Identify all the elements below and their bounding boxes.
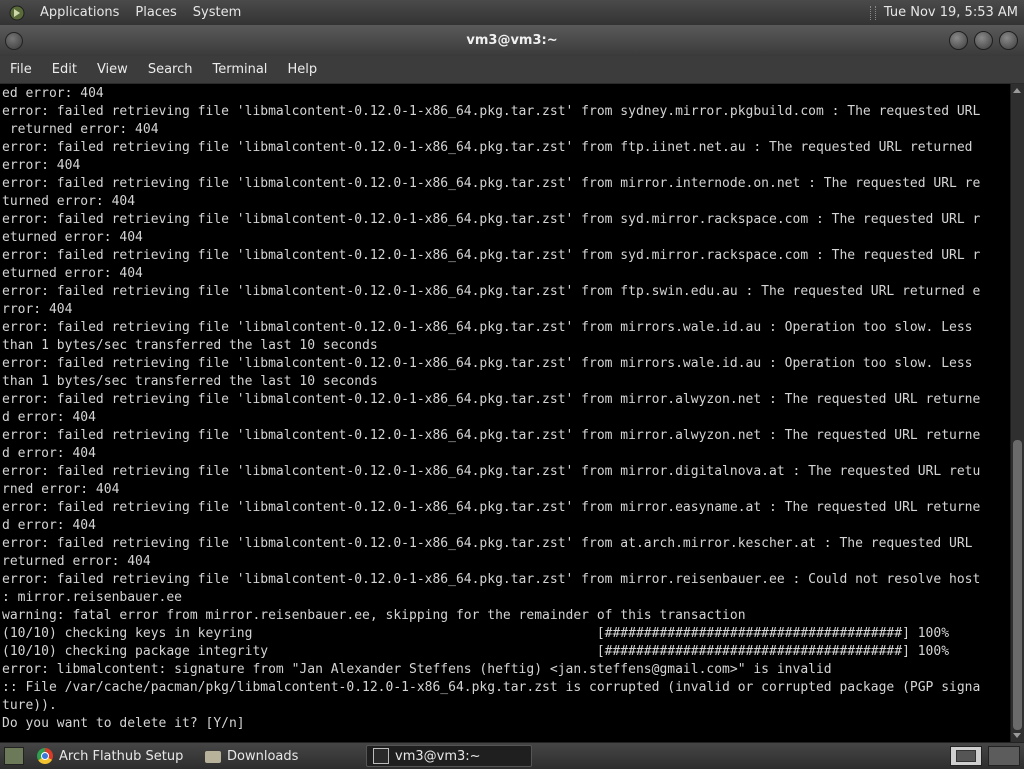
terminal-menubar: File Edit View Search Terminal Help (0, 56, 1024, 84)
terminal-output[interactable]: ed error: 404 error: failed retrieving f… (0, 84, 1010, 742)
terminal-line: error: 404 (2, 158, 81, 173)
terminal-line: error: failed retrieving file 'libmalcon… (2, 572, 981, 587)
panel-handle-icon (869, 5, 876, 20)
terminal-line: error: failed retrieving file 'libmalcon… (2, 500, 981, 515)
terminal-line: error: failed retrieving file 'libmalcon… (2, 428, 981, 443)
scroll-down-arrow-icon[interactable] (1013, 733, 1021, 738)
menu-search[interactable]: Search (138, 56, 203, 83)
terminal-line: d error: 404 (2, 446, 96, 461)
terminal-line: than 1 bytes/sec transferred the last 10… (2, 374, 378, 389)
menu-system[interactable]: System (185, 0, 249, 25)
window-controls (949, 31, 1018, 50)
terminal-line: :: File /var/cache/pacman/pkg/libmalcont… (2, 680, 981, 695)
terminal-line: error: failed retrieving file 'libmalcon… (2, 104, 981, 119)
terminal-prompt: Do you want to delete it? [Y/n] (2, 716, 245, 731)
chrome-icon (37, 748, 53, 764)
taskbar-item-label: vm3@vm3:~ (395, 748, 481, 764)
terminal-line: error: failed retrieving file 'libmalcon… (2, 212, 981, 227)
workspace-2-button[interactable] (988, 746, 1020, 766)
menu-help[interactable]: Help (277, 56, 327, 83)
close-button[interactable] (999, 31, 1018, 50)
scroll-up-arrow-icon[interactable] (1013, 88, 1021, 93)
workspace-1-button[interactable] (950, 746, 982, 766)
terminal-line: returned error: 404 (2, 554, 151, 569)
taskbar-item-label: Arch Flathub Setup |... (59, 748, 189, 764)
clock[interactable]: Tue Nov 19, 5:53 AM (884, 5, 1024, 20)
applications-logo-icon[interactable] (8, 4, 26, 22)
terminal-scrollbar[interactable] (1010, 84, 1024, 742)
window-menu-icon[interactable] (5, 32, 23, 50)
terminal-line: error: failed retrieving file 'libmalcon… (2, 248, 981, 263)
terminal-line: error: failed retrieving file 'libmalcon… (2, 320, 973, 335)
terminal-line: ture)). (2, 698, 57, 713)
taskbar-item-label: Downloads (227, 748, 299, 764)
terminal-line: error: failed retrieving file 'libmalcon… (2, 140, 973, 155)
terminal-line: than 1 bytes/sec transferred the last 10… (2, 338, 378, 353)
window-titlebar[interactable]: vm3@vm3:~ (0, 25, 1024, 56)
terminal-line: error: libmalcontent: signature from "Ja… (2, 662, 832, 677)
taskbar-item-downloads[interactable]: Downloads (198, 745, 364, 767)
terminal-line: (10/10) checking keys in keyring [######… (2, 626, 950, 641)
bottom-taskbar: Arch Flathub Setup |... Downloads vm3@vm… (0, 742, 1024, 769)
show-desktop-button[interactable] (4, 747, 24, 765)
terminal-line: ed error: 404 (2, 86, 104, 101)
menu-terminal[interactable]: Terminal (202, 56, 277, 83)
folder-icon (205, 751, 221, 763)
menu-view[interactable]: View (87, 56, 138, 83)
terminal-line: warning: fatal error from mirror.reisenb… (2, 608, 746, 623)
terminal-line: eturned error: 404 (2, 266, 143, 281)
taskbar-item-terminal[interactable]: vm3@vm3:~ (366, 745, 532, 767)
taskbar-item-browser[interactable]: Arch Flathub Setup |... (30, 745, 198, 767)
terminal-line: error: failed retrieving file 'libmalcon… (2, 464, 981, 479)
scrollbar-thumb[interactable] (1013, 440, 1022, 730)
menu-file[interactable]: File (0, 56, 42, 83)
menu-applications[interactable]: Applications (32, 0, 127, 25)
maximize-button[interactable] (974, 31, 993, 50)
menu-edit[interactable]: Edit (42, 56, 87, 83)
terminal-icon (373, 748, 389, 764)
terminal-line: error: failed retrieving file 'libmalcon… (2, 356, 973, 371)
terminal-line: : mirror.reisenbauer.ee (2, 590, 183, 605)
terminal-line: rror: 404 (2, 302, 73, 317)
terminal-line: d error: 404 (2, 410, 96, 425)
minimize-button[interactable] (949, 31, 968, 50)
terminal-line: error: failed retrieving file 'libmalcon… (2, 536, 973, 551)
terminal-line: rned error: 404 (2, 482, 120, 497)
menu-places[interactable]: Places (127, 0, 184, 25)
terminal-line: error: failed retrieving file 'libmalcon… (2, 284, 981, 299)
terminal-line: eturned error: 404 (2, 230, 143, 245)
terminal-line: d error: 404 (2, 518, 96, 533)
terminal-line: (10/10) checking package integrity [####… (2, 644, 950, 659)
window-title: vm3@vm3:~ (466, 33, 558, 48)
terminal-line: error: failed retrieving file 'libmalcon… (2, 176, 981, 191)
top-panel: Applications Places System Tue Nov 19, 5… (0, 0, 1024, 25)
terminal-line: returned error: 404 (2, 122, 159, 137)
terminal-line: turned error: 404 (2, 194, 136, 209)
terminal-line: error: failed retrieving file 'libmalcon… (2, 392, 981, 407)
